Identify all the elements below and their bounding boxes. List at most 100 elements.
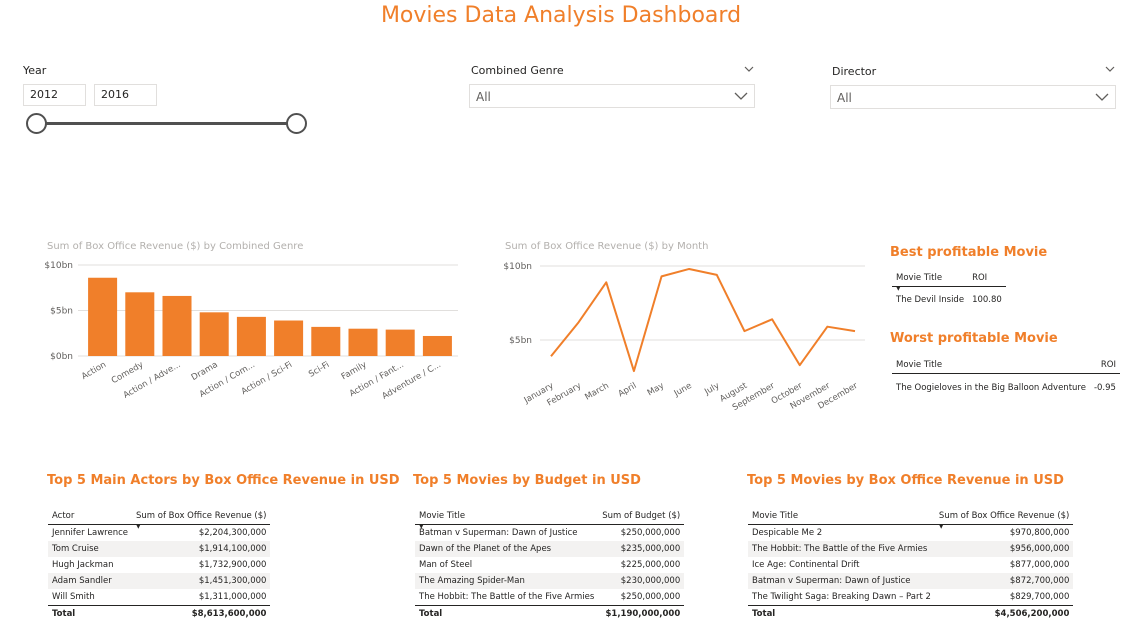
bar[interactable] (199, 312, 229, 356)
budget-table: Movie Title ▼ Sum of Budget ($) Batman v … (415, 508, 685, 622)
actors-table: Actor Sum of Box Office Revenue ($) ▼ Jen… (48, 508, 271, 622)
table-row: Tom Cruise $1,914,100,000 (48, 541, 271, 557)
director-dropdown[interactable]: All (830, 85, 1116, 109)
x-tick-label: Action (80, 360, 108, 382)
table-row: Ice Age: Continental Drift $877,000,000 (752, 560, 1070, 570)
column-header-budget[interactable]: Sum of Budget ($) (598, 508, 685, 525)
genre-dropdown[interactable]: All (469, 84, 755, 108)
line-point[interactable] (853, 329, 858, 334)
best-movie-title: Best profitable Movie (890, 245, 1048, 260)
genre-chart-title: Sum of Box Office Revenue ($) by Combine… (47, 241, 304, 252)
table-row: Hugh Jackman $1,732,900,000 (52, 560, 267, 570)
dashboard-title: Movies Data Analysis Dashboard (380, 3, 742, 28)
table-row: Batman v Superman: Dawn of Justice $250,0… (419, 528, 681, 538)
bar[interactable] (422, 335, 452, 356)
table-row: The Hobbit: The Battle of the Five Armie… (748, 541, 1074, 557)
bar[interactable] (88, 277, 118, 356)
year-slider-track[interactable] (36, 122, 296, 125)
bar[interactable] (348, 328, 378, 356)
line-point[interactable] (549, 354, 554, 359)
genre-slicer-header-chevron-icon[interactable] (743, 64, 755, 74)
table-row: Jennifer Lawrence $2,204,300,000 (52, 528, 267, 538)
director-dropdown-value: All (837, 91, 852, 105)
table-row: Man of Steel $225,000,000 (419, 560, 681, 570)
y-tick-label: $5bn (509, 336, 532, 346)
table-cell: -0.95 (1093, 383, 1116, 393)
line-point[interactable] (742, 329, 747, 334)
column-header-movie-title[interactable]: Movie Title (748, 508, 935, 525)
line-point[interactable] (659, 274, 664, 279)
column-header-revenue[interactable]: Sum of Box Office Revenue ($) ▼ (934, 508, 1074, 530)
table-row: Adam Sandler $1,451,300,000 (48, 573, 271, 589)
table-row: The Twilight Saga: Breaking Dawn – Part … (752, 592, 1070, 602)
column-header-roi[interactable]: ROI (968, 270, 1006, 287)
bar[interactable] (311, 326, 341, 356)
director-slicer-label: Director (832, 65, 877, 78)
year-slicer-label: Year (23, 64, 47, 77)
x-tick-label: Drama (190, 360, 220, 383)
line-point[interactable] (631, 369, 636, 374)
table-total-row: Total $4,506,200,000 (748, 605, 1074, 622)
bar[interactable] (236, 316, 266, 356)
table-row: Despicable Me 2 $970,800,000 (752, 528, 1070, 538)
line-point[interactable] (825, 324, 830, 329)
month-line-chart[interactable]: $10bn$5bnJanuaryFebruary March April May Jun… (500, 255, 870, 430)
table-row: The Oogieloves in the Big Balloon Advent… (892, 374, 1120, 397)
line-point[interactable] (714, 272, 719, 277)
table-row: The Amazing Spider-Man $230,000,000 (415, 573, 685, 589)
table-row: Batman v Superman: Dawn of Justice $872,7… (748, 573, 1074, 589)
column-header-roi[interactable]: ROI (1089, 357, 1120, 374)
x-tick-label: June (672, 381, 694, 399)
x-tick-label: March (583, 381, 610, 403)
line-point[interactable] (687, 266, 692, 271)
genre-dropdown-value: All (476, 90, 491, 104)
year-end-input[interactable]: 2016 (94, 84, 157, 106)
column-header-movie-title[interactable]: Movie Title ▼ (415, 508, 599, 530)
genre-slicer-label: Combined Genre (471, 64, 564, 77)
x-tick-label: Family (340, 360, 369, 382)
bar[interactable] (125, 292, 155, 356)
table-row: Will Smith $1,311,000,000 (52, 592, 267, 602)
column-header-actor[interactable]: Actor (48, 508, 133, 525)
table-row: Dawn of the Planet of the Apes $235,000,0… (415, 541, 685, 557)
director-slicer-header-chevron-icon[interactable] (1104, 64, 1116, 74)
y-tick-label: $10bn (44, 261, 73, 271)
chevron-down-icon (1095, 93, 1109, 101)
table-cell: The Devil Inside (896, 295, 965, 305)
line-point[interactable] (576, 320, 581, 325)
table-cell: 100.80 (972, 295, 1002, 305)
line-point[interactable] (770, 317, 775, 322)
y-tick-label: $10bn (503, 262, 532, 272)
sort-desc-icon: ▼ (136, 523, 141, 530)
budget-table-title: Top 5 Movies by Budget in USD (413, 473, 641, 488)
column-header-movie-title[interactable]: Movie Title ▼ (892, 270, 969, 292)
revenue-table: Movie Title Sum of Box Office Revenue ($… (748, 508, 1074, 622)
chevron-down-icon (734, 92, 748, 100)
table-cell: The Oogieloves in the Big Balloon Advent… (896, 383, 1086, 393)
table-row: The Hobbit: The Battle of the Five Armie… (419, 592, 681, 602)
column-header-revenue[interactable]: Sum of Box Office Revenue ($) ▼ (132, 508, 271, 530)
sort-desc-icon: ▼ (419, 523, 424, 530)
table-row: The Devil Inside 100.80 (892, 287, 1006, 309)
bar[interactable] (385, 329, 415, 356)
y-tick-label: $5bn (50, 307, 73, 317)
column-header-movie-title[interactable]: Movie Title (892, 357, 1090, 374)
revenue-table-title: Top 5 Movies by Box Office Revenue in US… (747, 473, 1064, 488)
genre-bar-chart[interactable]: $0bn$5bn$10bnAction ComedyAction / Adve..… (40, 255, 465, 415)
bar[interactable] (162, 295, 192, 356)
year-slider-start-handle[interactable] (26, 113, 47, 134)
bar[interactable] (274, 320, 304, 356)
revenue-line[interactable] (550, 267, 856, 373)
year-start-input[interactable]: 2012 (23, 84, 86, 106)
best-movie-table: Movie Title ▼ ROI The Devil Inside 100.80 (892, 270, 1006, 308)
line-point[interactable] (797, 363, 802, 368)
line-point[interactable] (604, 280, 609, 285)
year-slider-end-handle[interactable] (286, 113, 307, 134)
actors-table-title: Top 5 Main Actors by Box Office Revenue … (47, 473, 400, 488)
month-chart-title: Sum of Box Office Revenue ($) by Month (505, 241, 709, 252)
x-tick-label: April (617, 381, 639, 399)
y-tick-label: $0bn (50, 352, 73, 362)
worst-movie-title: Worst profitable Movie (890, 331, 1058, 346)
x-tick-label: Sci-Fi (307, 360, 331, 380)
worst-movie-table: Movie Title ROI The Oogieloves in the Bi… (892, 357, 1120, 396)
